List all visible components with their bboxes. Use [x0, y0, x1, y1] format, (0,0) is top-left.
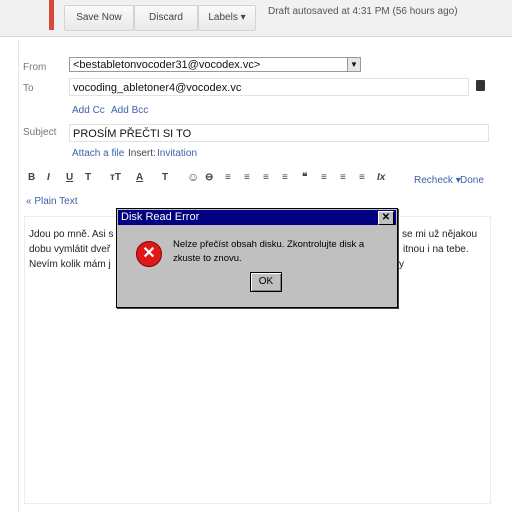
- top-toolbar: Save Now Discard Labels ▾ Draft autosave…: [0, 0, 512, 37]
- dialog-title: Disk Read Error: [121, 211, 200, 223]
- emoji-icon[interactable]: ☺: [187, 170, 199, 184]
- body-line-2-right: itnou i na tebe.: [403, 244, 469, 255]
- align-right-icon[interactable]: ≡: [359, 172, 365, 183]
- subject-label: Subject: [23, 127, 57, 138]
- insert-label: Insert:: [128, 148, 156, 159]
- highlight-button[interactable]: T: [162, 172, 168, 183]
- recheck-link[interactable]: Recheck ▾: [414, 175, 461, 186]
- dialog-title-bar[interactable]: Disk Read Error ✕: [118, 210, 396, 225]
- draft-status: Draft autosaved at 4:31 PM (56 hours ago…: [268, 6, 458, 17]
- body-line-2-left: dobu vymlátit dveř: [29, 244, 111, 255]
- bullet-list-icon[interactable]: ≡: [244, 172, 250, 183]
- font-button[interactable]: T: [85, 172, 91, 183]
- discard-button[interactable]: Discard: [134, 5, 198, 31]
- error-icon: ✕: [136, 241, 162, 267]
- chevron-down-icon: ▾: [240, 12, 246, 23]
- italic-button[interactable]: I: [47, 172, 50, 183]
- body-line-3-left: Nevím kolik mám j: [29, 259, 111, 270]
- body-line-1-right: i se mi už nějakou: [397, 229, 478, 240]
- indent-more-icon[interactable]: ≡: [282, 172, 288, 183]
- numbered-list-icon[interactable]: ≡: [225, 172, 231, 183]
- dialog-message: Nelze přečíst obsah disku. Zkontrolujte …: [173, 239, 365, 264]
- invitation-link[interactable]: Invitation: [157, 148, 197, 159]
- align-left-icon[interactable]: ≡: [321, 172, 327, 183]
- chevron-down-icon[interactable]: ▼: [347, 58, 360, 71]
- align-center-icon[interactable]: ≡: [340, 172, 346, 183]
- indent-less-icon[interactable]: ≡: [263, 172, 269, 183]
- remove-formatting-icon[interactable]: Ix: [377, 172, 385, 183]
- font-size-button[interactable]: тT: [110, 172, 121, 183]
- to-label: To: [23, 83, 34, 94]
- labels-button[interactable]: Labels ▾: [198, 5, 256, 31]
- to-field[interactable]: vocoding_abletoner4@vocodex.vc: [69, 78, 469, 96]
- disk-read-error-dialog: Disk Read Error ✕ ✕ Nelze přečíst obsah …: [116, 208, 398, 308]
- add-bcc-link[interactable]: Add Bcc: [111, 105, 148, 116]
- done-link[interactable]: Done: [460, 175, 484, 186]
- body-line-3-right: y: [399, 259, 404, 270]
- save-now-button[interactable]: Save Now: [64, 5, 134, 31]
- close-icon[interactable]: ✕: [378, 211, 394, 225]
- bold-button[interactable]: B: [28, 172, 35, 183]
- accent-strip: [49, 0, 54, 30]
- underline-button[interactable]: U: [66, 172, 73, 183]
- ok-button[interactable]: OK: [250, 272, 282, 292]
- from-label: From: [23, 62, 47, 73]
- subject-field[interactable]: PROSÍM PŘEČTI SI TO: [69, 124, 489, 142]
- recheck-label: Recheck: [414, 175, 453, 186]
- attach-file-link[interactable]: Attach a file: [72, 148, 124, 159]
- quote-icon[interactable]: ❝: [302, 172, 307, 183]
- from-value: <bestabletonvocoder31@vocodex.vc>: [73, 59, 261, 71]
- address-book-icon[interactable]: [476, 80, 485, 91]
- link-icon[interactable]: ⊖: [205, 172, 213, 183]
- from-select[interactable]: <bestabletonvocoder31@vocodex.vc> ▼: [69, 57, 361, 72]
- labels-label: Labels: [208, 12, 238, 23]
- plain-text-link[interactable]: « Plain Text: [26, 196, 78, 207]
- text-color-button[interactable]: A: [136, 172, 143, 183]
- body-line-1-left: Jdou po mně. Asi s: [29, 229, 114, 240]
- add-cc-link[interactable]: Add Cc: [72, 105, 105, 116]
